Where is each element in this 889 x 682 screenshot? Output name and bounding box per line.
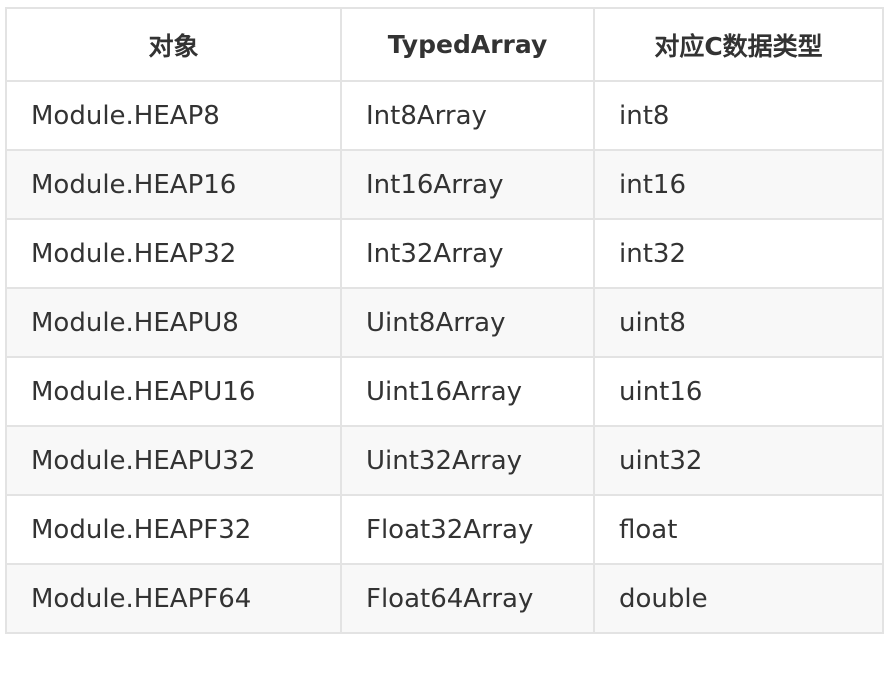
cell-c-type: double — [593, 563, 884, 634]
cell-c-type: uint16 — [593, 356, 884, 427]
cell-c-type: int8 — [593, 80, 884, 151]
heap-typedarray-table: 对象 TypedArray 对应C数据类型 Module.HEAP8 Int8A… — [5, 7, 884, 634]
cell-typedarray: Int8Array — [340, 80, 595, 151]
cell-object: Module.HEAPF64 — [5, 563, 342, 634]
table-row: Module.HEAP32 Int32Array int32 — [5, 218, 884, 289]
table-row: Module.HEAP16 Int16Array int16 — [5, 149, 884, 220]
table-row: Module.HEAPF32 Float32Array float — [5, 494, 884, 565]
header-typedarray: TypedArray — [340, 7, 595, 82]
table-row: Module.HEAP8 Int8Array int8 — [5, 80, 884, 151]
cell-object: Module.HEAP16 — [5, 149, 342, 220]
table-header-row: 对象 TypedArray 对应C数据类型 — [5, 7, 884, 82]
cell-typedarray: Int32Array — [340, 218, 595, 289]
header-object: 对象 — [5, 7, 342, 82]
table-row: Module.HEAPF64 Float64Array double — [5, 563, 884, 634]
table-row: Module.HEAPU8 Uint8Array uint8 — [5, 287, 884, 358]
cell-object: Module.HEAP32 — [5, 218, 342, 289]
cell-typedarray: Int16Array — [340, 149, 595, 220]
table-row: Module.HEAPU32 Uint32Array uint32 — [5, 425, 884, 496]
cell-c-type: int16 — [593, 149, 884, 220]
cell-typedarray: Uint16Array — [340, 356, 595, 427]
header-c-type: 对应C数据类型 — [593, 7, 884, 82]
cell-typedarray: Uint8Array — [340, 287, 595, 358]
cell-object: Module.HEAPU32 — [5, 425, 342, 496]
cell-c-type: uint32 — [593, 425, 884, 496]
cell-typedarray: Float64Array — [340, 563, 595, 634]
cell-c-type: int32 — [593, 218, 884, 289]
cell-typedarray: Uint32Array — [340, 425, 595, 496]
cell-c-type: uint8 — [593, 287, 884, 358]
table-row: Module.HEAPU16 Uint16Array uint16 — [5, 356, 884, 427]
cell-c-type: float — [593, 494, 884, 565]
cell-typedarray: Float32Array — [340, 494, 595, 565]
cell-object: Module.HEAPU16 — [5, 356, 342, 427]
cell-object: Module.HEAPU8 — [5, 287, 342, 358]
cell-object: Module.HEAP8 — [5, 80, 342, 151]
cell-object: Module.HEAPF32 — [5, 494, 342, 565]
heap-typedarray-table-container: 对象 TypedArray 对应C数据类型 Module.HEAP8 Int8A… — [5, 7, 884, 634]
